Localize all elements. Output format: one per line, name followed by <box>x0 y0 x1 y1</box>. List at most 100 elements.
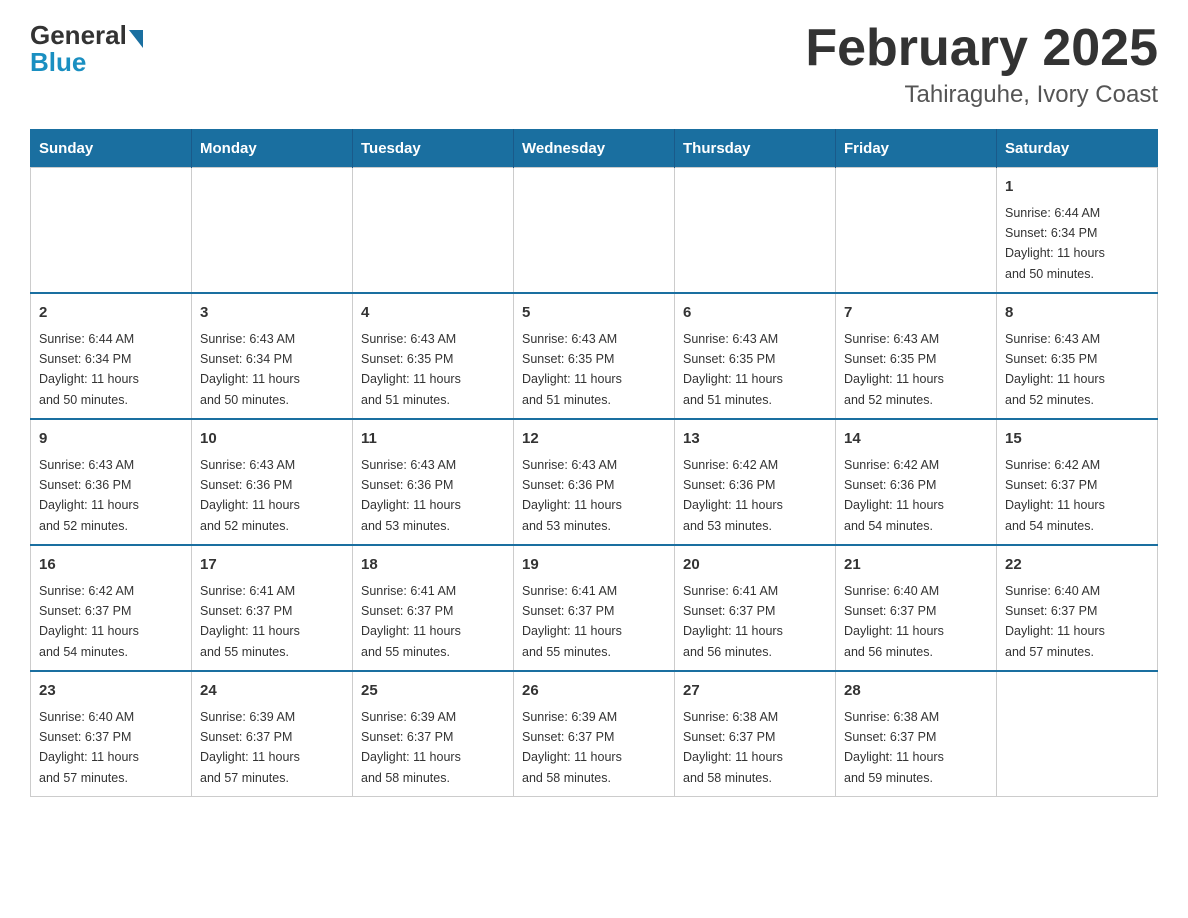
calendar-subtitle: Tahiraguhe, Ivory Coast <box>805 81 1158 109</box>
calendar-day-cell: 7 Sunrise: 6:43 AM Sunset: 6:35 PM Daylig… <box>836 293 997 419</box>
day-info: Sunrise: 6:42 AM Sunset: 6:36 PM Dayligh… <box>683 458 783 533</box>
calendar-day-cell: 8 Sunrise: 6:43 AM Sunset: 6:35 PM Daylig… <box>997 293 1158 419</box>
calendar-day-cell: 24 Sunrise: 6:39 AM Sunset: 6:37 PM Dayli… <box>192 671 353 797</box>
day-info: Sunrise: 6:42 AM Sunset: 6:37 PM Dayligh… <box>39 584 139 659</box>
day-info: Sunrise: 6:43 AM Sunset: 6:35 PM Dayligh… <box>683 332 783 407</box>
day-number: 26 <box>522 680 666 703</box>
calendar-day-cell: 1Sunrise: 6:44 AM Sunset: 6:34 PM Daylig… <box>997 168 1158 294</box>
calendar-day-cell: 28 Sunrise: 6:38 AM Sunset: 6:37 PM Dayli… <box>836 671 997 797</box>
calendar-day-cell: 27 Sunrise: 6:38 AM Sunset: 6:37 PM Dayli… <box>675 671 836 797</box>
day-info: Sunrise: 6:43 AM Sunset: 6:34 PM Dayligh… <box>200 332 300 407</box>
day-number: 2 <box>39 302 183 325</box>
day-info: Sunrise: 6:43 AM Sunset: 6:35 PM Dayligh… <box>522 332 622 407</box>
day-number: 18 <box>361 554 505 577</box>
day-of-week-header: Tuesday <box>353 130 514 168</box>
day-info: Sunrise: 6:43 AM Sunset: 6:36 PM Dayligh… <box>39 458 139 533</box>
calendar-day-cell: 9 Sunrise: 6:43 AM Sunset: 6:36 PM Daylig… <box>31 419 192 545</box>
day-info: Sunrise: 6:43 AM Sunset: 6:35 PM Dayligh… <box>844 332 944 407</box>
day-of-week-header: Thursday <box>675 130 836 168</box>
day-info: Sunrise: 6:43 AM Sunset: 6:35 PM Dayligh… <box>361 332 461 407</box>
calendar-day-cell: 6 Sunrise: 6:43 AM Sunset: 6:35 PM Daylig… <box>675 293 836 419</box>
calendar-day-cell: 3 Sunrise: 6:43 AM Sunset: 6:34 PM Daylig… <box>192 293 353 419</box>
calendar-week-row: 23Sunrise: 6:40 AM Sunset: 6:37 PM Dayli… <box>31 671 1158 797</box>
day-number: 14 <box>844 428 988 451</box>
page-header: General Blue February 2025 Tahiraguhe, I… <box>30 20 1158 109</box>
calendar-day-cell: 11 Sunrise: 6:43 AM Sunset: 6:36 PM Dayli… <box>353 419 514 545</box>
calendar-day-cell <box>353 168 514 294</box>
day-info: Sunrise: 6:42 AM Sunset: 6:37 PM Dayligh… <box>1005 458 1105 533</box>
day-number: 27 <box>683 680 827 703</box>
day-number: 28 <box>844 680 988 703</box>
calendar-day-cell <box>192 168 353 294</box>
day-of-week-header: Saturday <box>997 130 1158 168</box>
calendar-week-row: 16 Sunrise: 6:42 AM Sunset: 6:37 PM Dayli… <box>31 545 1158 671</box>
day-info: Sunrise: 6:38 AM Sunset: 6:37 PM Dayligh… <box>683 710 783 785</box>
calendar-day-cell <box>31 168 192 294</box>
calendar-title: February 2025 <box>805 20 1158 77</box>
calendar-week-row: 2 Sunrise: 6:44 AM Sunset: 6:34 PM Daylig… <box>31 293 1158 419</box>
day-of-week-header: Wednesday <box>514 130 675 168</box>
day-number: 16 <box>39 554 183 577</box>
day-number: 9 <box>39 428 183 451</box>
day-info: Sunrise: 6:43 AM Sunset: 6:36 PM Dayligh… <box>522 458 622 533</box>
day-info: Sunrise: 6:43 AM Sunset: 6:35 PM Dayligh… <box>1005 332 1105 407</box>
calendar-week-row: 1Sunrise: 6:44 AM Sunset: 6:34 PM Daylig… <box>31 168 1158 294</box>
day-number: 5 <box>522 302 666 325</box>
day-number: 11 <box>361 428 505 451</box>
day-number: 20 <box>683 554 827 577</box>
day-of-week-header: Friday <box>836 130 997 168</box>
calendar-day-cell: 2 Sunrise: 6:44 AM Sunset: 6:34 PM Daylig… <box>31 293 192 419</box>
calendar-day-cell: 26 Sunrise: 6:39 AM Sunset: 6:37 PM Dayli… <box>514 671 675 797</box>
day-number: 15 <box>1005 428 1149 451</box>
day-info: Sunrise: 6:40 AM Sunset: 6:37 PM Dayligh… <box>39 710 139 785</box>
day-info: Sunrise: 6:42 AM Sunset: 6:36 PM Dayligh… <box>844 458 944 533</box>
logo: General Blue <box>30 20 143 78</box>
day-number: 13 <box>683 428 827 451</box>
day-of-week-header: Monday <box>192 130 353 168</box>
day-info: Sunrise: 6:40 AM Sunset: 6:37 PM Dayligh… <box>1005 584 1105 659</box>
day-info: Sunrise: 6:39 AM Sunset: 6:37 PM Dayligh… <box>522 710 622 785</box>
calendar-day-cell: 15 Sunrise: 6:42 AM Sunset: 6:37 PM Dayli… <box>997 419 1158 545</box>
calendar-day-cell: 18 Sunrise: 6:41 AM Sunset: 6:37 PM Dayli… <box>353 545 514 671</box>
day-number: 1 <box>1005 176 1149 199</box>
day-info: Sunrise: 6:44 AM Sunset: 6:34 PM Dayligh… <box>39 332 139 407</box>
day-info: Sunrise: 6:38 AM Sunset: 6:37 PM Dayligh… <box>844 710 944 785</box>
calendar-day-cell: 4Sunrise: 6:43 AM Sunset: 6:35 PM Daylig… <box>353 293 514 419</box>
day-info: Sunrise: 6:41 AM Sunset: 6:37 PM Dayligh… <box>683 584 783 659</box>
day-number: 19 <box>522 554 666 577</box>
calendar-day-cell: 22 Sunrise: 6:40 AM Sunset: 6:37 PM Dayli… <box>997 545 1158 671</box>
calendar-day-cell: 25Sunrise: 6:39 AM Sunset: 6:37 PM Dayli… <box>353 671 514 797</box>
title-section: February 2025 Tahiraguhe, Ivory Coast <box>805 20 1158 109</box>
day-info: Sunrise: 6:40 AM Sunset: 6:37 PM Dayligh… <box>844 584 944 659</box>
calendar-day-cell: 19Sunrise: 6:41 AM Sunset: 6:37 PM Dayli… <box>514 545 675 671</box>
day-number: 10 <box>200 428 344 451</box>
calendar-day-cell: 13 Sunrise: 6:42 AM Sunset: 6:36 PM Dayli… <box>675 419 836 545</box>
day-number: 24 <box>200 680 344 703</box>
day-number: 3 <box>200 302 344 325</box>
calendar-week-row: 9 Sunrise: 6:43 AM Sunset: 6:36 PM Daylig… <box>31 419 1158 545</box>
logo-blue-text: Blue <box>30 47 86 78</box>
day-number: 7 <box>844 302 988 325</box>
calendar-day-cell <box>514 168 675 294</box>
day-info: Sunrise: 6:41 AM Sunset: 6:37 PM Dayligh… <box>361 584 461 659</box>
calendar-day-cell: 14 Sunrise: 6:42 AM Sunset: 6:36 PM Dayli… <box>836 419 997 545</box>
day-info: Sunrise: 6:39 AM Sunset: 6:37 PM Dayligh… <box>200 710 300 785</box>
calendar-header-row: SundayMondayTuesdayWednesdayThursdayFrid… <box>31 130 1158 168</box>
day-number: 22 <box>1005 554 1149 577</box>
calendar-day-cell: 17 Sunrise: 6:41 AM Sunset: 6:37 PM Dayli… <box>192 545 353 671</box>
day-number: 25 <box>361 680 505 703</box>
calendar-table: SundayMondayTuesdayWednesdayThursdayFrid… <box>30 129 1158 797</box>
day-info: Sunrise: 6:41 AM Sunset: 6:37 PM Dayligh… <box>200 584 300 659</box>
day-number: 6 <box>683 302 827 325</box>
calendar-day-cell: 21Sunrise: 6:40 AM Sunset: 6:37 PM Dayli… <box>836 545 997 671</box>
calendar-day-cell <box>997 671 1158 797</box>
day-info: Sunrise: 6:43 AM Sunset: 6:36 PM Dayligh… <box>200 458 300 533</box>
calendar-day-cell <box>675 168 836 294</box>
calendar-day-cell: 16 Sunrise: 6:42 AM Sunset: 6:37 PM Dayli… <box>31 545 192 671</box>
day-number: 17 <box>200 554 344 577</box>
day-number: 8 <box>1005 302 1149 325</box>
calendar-day-cell: 12Sunrise: 6:43 AM Sunset: 6:36 PM Dayli… <box>514 419 675 545</box>
calendar-day-cell: 23Sunrise: 6:40 AM Sunset: 6:37 PM Dayli… <box>31 671 192 797</box>
day-info: Sunrise: 6:43 AM Sunset: 6:36 PM Dayligh… <box>361 458 461 533</box>
calendar-day-cell <box>836 168 997 294</box>
